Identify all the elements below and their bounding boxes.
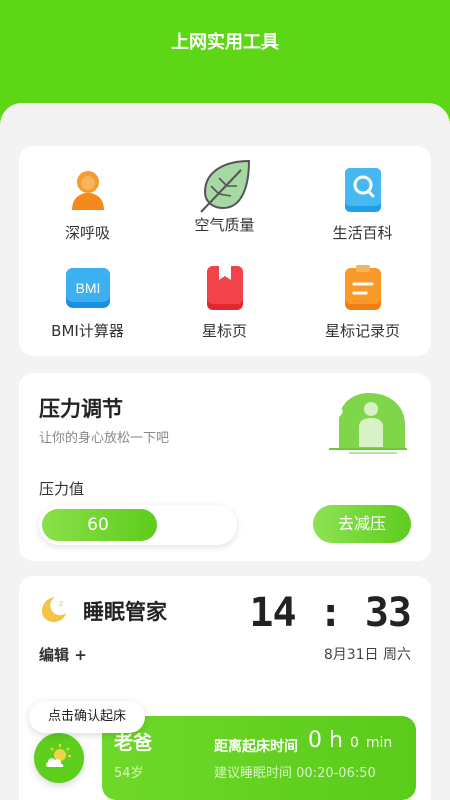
sleep-title: 睡眠管家 <box>83 600 167 624</box>
page-title: 上网实用工具 <box>171 32 279 53</box>
stress-subtitle: 让你的身心放松一下吧 <box>39 431 170 446</box>
suggested-sleep-range: 00:20-06:50 <box>296 766 376 781</box>
person-orange-icon <box>64 166 112 214</box>
bookmark-icon <box>201 264 249 312</box>
bmi-icon: BMI <box>64 264 112 312</box>
current-time: 14 : 33 <box>249 590 412 636</box>
book-search-icon <box>339 166 387 214</box>
time-to-wake-label: 距离起床时间 <box>214 739 298 755</box>
tool-label: 星标页 <box>201 322 247 340</box>
confirm-wake-button[interactable] <box>34 733 84 783</box>
moon-icon: z <box>39 594 69 624</box>
minutes-unit: min <box>365 735 393 751</box>
tool-starred-record[interactable]: 星标记录页 <box>294 264 431 341</box>
tool-label: 生活百科 <box>332 224 393 242</box>
stress-value-label: 压力值 <box>39 480 85 498</box>
tool-label: 深呼吸 <box>64 224 110 242</box>
sun-cloud-icon <box>46 744 71 767</box>
current-date: 8月31日 周六 <box>323 647 411 663</box>
hours-value: 0 <box>308 728 322 753</box>
tool-bmi-calculator[interactable]: BMI BMI计算器 <box>19 264 156 341</box>
stress-title: 压力调节 <box>39 397 123 421</box>
hours-unit: h <box>329 728 343 753</box>
alarm-person-age: 54岁 <box>114 766 144 781</box>
time-to-wake-value: 0 h 0 min <box>308 728 392 753</box>
clipboard-icon <box>339 264 387 312</box>
confirm-wake-tooltip: 点击确认起床 <box>29 701 145 733</box>
wake-alarm-card[interactable]: 老爸 54岁 距离起床时间 0 h 0 min 建议睡眠时间 00:20-06:… <box>102 716 416 800</box>
tool-starred-page[interactable]: 星标页 <box>156 264 293 341</box>
stress-value: 60 <box>87 515 109 535</box>
suggested-sleep-label: 建议睡眠时间 <box>214 766 293 781</box>
reduce-stress-button[interactable]: 去减压 <box>313 505 411 543</box>
tool-life-encyclopedia[interactable]: 生活百科 <box>294 166 431 243</box>
svg-text:z: z <box>59 599 63 608</box>
stress-card: 压力调节 让你的身心放松一下吧 压力值 60 去减压 <box>19 373 431 561</box>
bmi-icon-text: BMI <box>75 280 100 296</box>
tools-card: 深呼吸 空气质量 生活百科 BMI BMI计算器 星标页 星标记录页 <box>19 146 431 356</box>
tool-label: 星标记录页 <box>324 322 400 340</box>
suggested-sleep: 建议睡眠时间 00:20-06:50 <box>214 762 376 781</box>
leaf-icon <box>197 158 253 214</box>
edit-button[interactable]: 编辑 + <box>39 644 87 665</box>
minutes-value: 0 <box>349 735 359 751</box>
tool-label: 空气质量 <box>194 216 255 234</box>
tool-air-quality[interactable]: 空气质量 <box>156 158 293 235</box>
stress-slider[interactable]: 60 <box>39 505 237 545</box>
tool-label: BMI计算器 <box>51 322 124 340</box>
relax-illustration-icon <box>325 391 409 455</box>
tool-deep-breath[interactable]: 深呼吸 <box>19 166 156 243</box>
